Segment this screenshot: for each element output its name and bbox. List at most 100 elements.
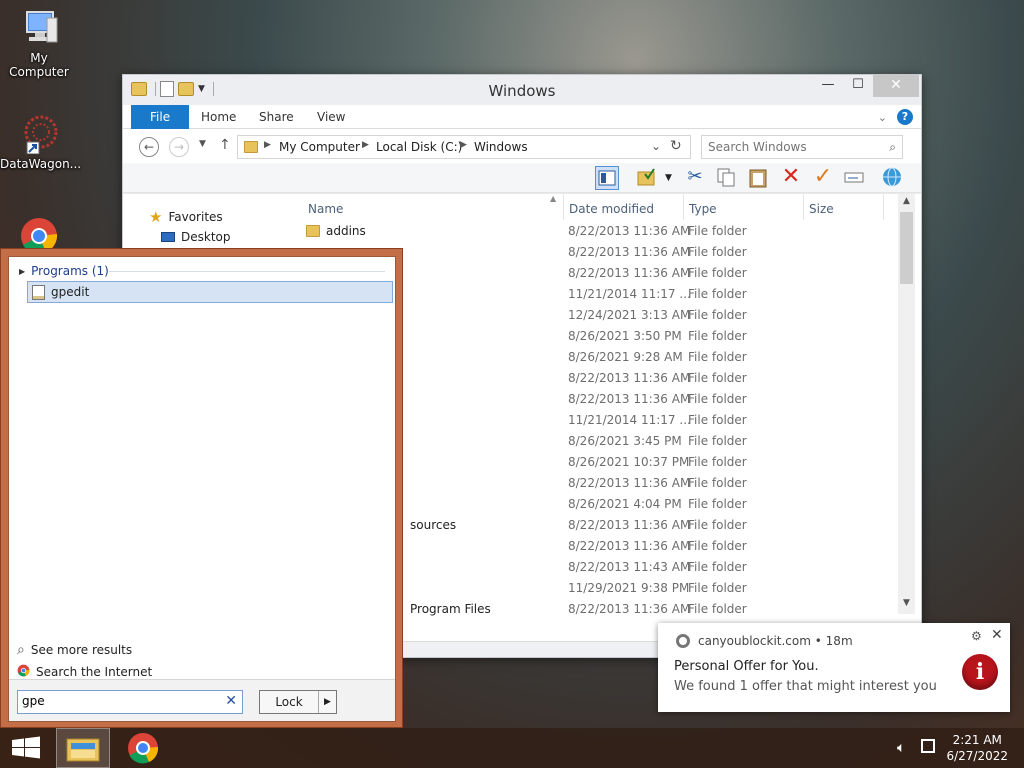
column-divider[interactable] xyxy=(683,194,684,220)
notification-source: canyoublockit.com • 18m xyxy=(698,634,853,648)
command-toolbar: ▼ ✂ ✕ ✓ xyxy=(123,163,921,193)
desktop-icon-datawagon[interactable]: DataWagon... xyxy=(0,114,81,171)
datawagon-shortcut-icon xyxy=(17,114,61,155)
breadcrumb-item[interactable]: My Computer xyxy=(279,140,360,154)
date-modified-cell: 8/22/2013 11:36 AM xyxy=(568,539,691,553)
type-cell: File folder xyxy=(688,434,747,448)
info-icon: i xyxy=(962,654,998,690)
tab-share[interactable]: Share xyxy=(245,105,308,129)
chevron-down-icon[interactable]: ⌄ xyxy=(651,139,661,153)
checkmark-icon[interactable]: ✓ xyxy=(811,166,835,190)
tab-home[interactable]: Home xyxy=(187,105,250,129)
paste-icon[interactable] xyxy=(747,166,771,190)
desktop-icon-my-computer[interactable]: My Computer xyxy=(0,8,78,79)
scroll-up-icon[interactable]: ▲ xyxy=(898,196,915,206)
tab-file[interactable]: File xyxy=(131,105,190,129)
computer-icon xyxy=(17,8,61,48)
chrome-icon xyxy=(17,664,30,680)
separator-dot: • xyxy=(814,634,826,648)
date-modified-cell: 8/22/2013 11:36 AM xyxy=(568,392,691,406)
delete-icon[interactable]: ✕ xyxy=(779,166,803,190)
type-cell: File folder xyxy=(688,329,747,343)
start-search-results: ▶ Programs (1) gpedit ⌕ See more results… xyxy=(8,256,396,722)
copy-icon[interactable] xyxy=(715,166,739,190)
date-modified-cell: 8/26/2021 3:45 PM xyxy=(568,434,682,448)
vertical-scrollbar[interactable]: ▲ ▼ xyxy=(898,194,915,614)
search-icon[interactable]: ⌕ xyxy=(889,140,896,155)
table-row[interactable]: addins 8/22/2013 11:36 AM File folder xyxy=(298,221,898,242)
start-menu: ▶ Programs (1) gpedit ⌕ See more results… xyxy=(0,248,403,728)
title-bar[interactable]: ▼ Windows — ☐ ✕ xyxy=(123,75,921,105)
clear-search-icon[interactable]: ✕ xyxy=(225,693,237,709)
tab-view[interactable]: View xyxy=(303,105,359,129)
expand-ribbon-icon[interactable]: ⌄ xyxy=(878,111,887,124)
power-options-arrow-icon[interactable]: ▶ xyxy=(318,691,336,713)
column-header-name[interactable]: Name xyxy=(308,202,343,216)
maximize-button[interactable]: ☐ xyxy=(843,75,873,97)
file-name: Program Files xyxy=(410,602,491,616)
lock-button[interactable]: Lock ▶ xyxy=(259,690,337,714)
notification-source-text: canyoublockit.com xyxy=(698,634,811,648)
notification-toast[interactable]: canyoublockit.com • 18m ⚙ ✕ Personal Off… xyxy=(658,623,1010,712)
column-divider[interactable] xyxy=(803,194,804,220)
address-bar[interactable]: ▶ My Computer ▶ Local Disk (C:) ▶ Window… xyxy=(237,135,691,159)
help-icon[interactable]: ? xyxy=(897,109,913,125)
results-group-programs[interactable]: ▶ Programs (1) xyxy=(19,264,109,278)
date-modified-cell: 8/26/2021 9:28 AM xyxy=(568,350,683,364)
minimize-button[interactable]: — xyxy=(813,75,843,97)
column-header-type[interactable]: Type xyxy=(689,202,717,216)
breadcrumb-item[interactable]: Windows xyxy=(474,140,528,154)
column-divider[interactable] xyxy=(883,194,884,220)
taskbar-file-explorer[interactable] xyxy=(56,728,110,768)
date-modified-cell: 8/22/2013 11:36 AM xyxy=(568,224,691,238)
type-cell: File folder xyxy=(688,308,747,322)
network-icon[interactable] xyxy=(921,739,935,753)
search-input[interactable] xyxy=(708,140,878,154)
folder-options-icon[interactable] xyxy=(635,166,659,190)
link-label: Search the Internet xyxy=(36,665,153,679)
date-modified-cell: 12/24/2021 3:13 AM xyxy=(568,308,691,322)
nav-item-label: Desktop xyxy=(181,230,231,244)
type-cell: File folder xyxy=(688,518,747,532)
start-search-field[interactable]: ✕ xyxy=(17,690,243,714)
column-divider[interactable] xyxy=(563,194,564,220)
search-result-gpedit[interactable]: gpedit xyxy=(27,281,393,303)
ribbon-tabs: File Home Share View ⌄ ? xyxy=(123,105,921,129)
close-icon[interactable]: ✕ xyxy=(991,627,1003,643)
scroll-thumb[interactable] xyxy=(900,212,913,284)
date-modified-cell: 8/22/2013 11:43 AM xyxy=(568,560,691,574)
lock-label[interactable]: Lock xyxy=(260,691,318,713)
chrome-notification-icon xyxy=(676,634,690,648)
up-icon[interactable]: ↑ xyxy=(219,137,231,153)
folder-icon xyxy=(306,225,320,237)
search-box[interactable]: ⌕ xyxy=(701,135,903,159)
volume-muted-icon[interactable]: 🔈︎ xyxy=(897,740,905,756)
back-button[interactable]: ← xyxy=(139,137,159,157)
column-header-size[interactable]: Size xyxy=(809,202,834,216)
type-cell: File folder xyxy=(688,455,747,469)
system-clock[interactable]: 2:21 AM 6/27/2022 xyxy=(946,732,1008,764)
rename-icon[interactable] xyxy=(843,166,867,190)
recent-locations-icon[interactable]: ▼ xyxy=(199,139,206,149)
nav-item-favorites[interactable]: ★ Favorites xyxy=(149,208,223,226)
start-button[interactable] xyxy=(0,728,54,768)
address-row: ← → ▼ ↑ ▶ My Computer ▶ Local Disk (C:) … xyxy=(123,129,921,163)
see-more-results-link[interactable]: ⌕ See more results xyxy=(17,642,132,658)
preview-pane-icon[interactable] xyxy=(595,166,619,190)
taskbar-chrome[interactable] xyxy=(116,728,170,768)
scroll-down-icon[interactable]: ▼ xyxy=(898,598,915,608)
close-button[interactable]: ✕ xyxy=(873,75,919,97)
chevron-right-icon: ▶ xyxy=(460,140,467,150)
gear-icon[interactable]: ⚙ xyxy=(971,629,982,643)
start-search-input[interactable] xyxy=(22,694,212,708)
cut-icon[interactable]: ✂ xyxy=(683,166,707,190)
column-header-date[interactable]: Date modified xyxy=(569,202,654,216)
nav-item-desktop[interactable]: Desktop xyxy=(161,230,231,244)
breadcrumb-item[interactable]: Local Disk (C:) xyxy=(376,140,462,154)
search-internet-link[interactable]: Search the Internet xyxy=(17,664,152,680)
forward-button[interactable]: → xyxy=(169,137,189,157)
refresh-icon[interactable]: ↻ xyxy=(670,138,682,154)
network-globe-icon[interactable] xyxy=(881,166,905,190)
dropdown-icon[interactable]: ▼ xyxy=(665,173,672,183)
divider xyxy=(109,271,385,272)
